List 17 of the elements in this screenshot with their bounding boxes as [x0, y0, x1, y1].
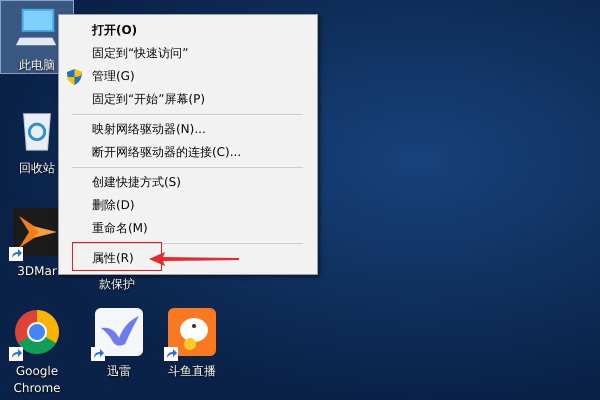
shortcut-arrow-icon — [164, 347, 178, 361]
icon-label: 回收站 — [18, 160, 56, 177]
icon-label: 3DMar — [16, 263, 58, 280]
bird-app-icon — [95, 308, 143, 356]
icon-label: 此电脑 — [18, 57, 56, 74]
icon-label: 迅雷 — [106, 363, 132, 380]
shortcut-arrow-icon — [91, 347, 105, 361]
shortcut-arrow-icon — [9, 247, 23, 261]
shortcut-arrow-icon — [9, 347, 23, 361]
shark-mascot-app-icon — [168, 308, 216, 356]
icon-label: 斗鱼直播 — [167, 363, 217, 380]
desktop-icon[interactable]: 斗鱼直播 — [155, 303, 229, 380]
icon-label: Google Chrome — [12, 363, 62, 397]
desktop-icon[interactable]: 迅雷 — [82, 303, 156, 380]
chrome-icon — [13, 308, 61, 356]
chevron-logo-icon — [13, 208, 61, 256]
desktop-icon[interactable]: Google Chrome — [0, 303, 74, 397]
